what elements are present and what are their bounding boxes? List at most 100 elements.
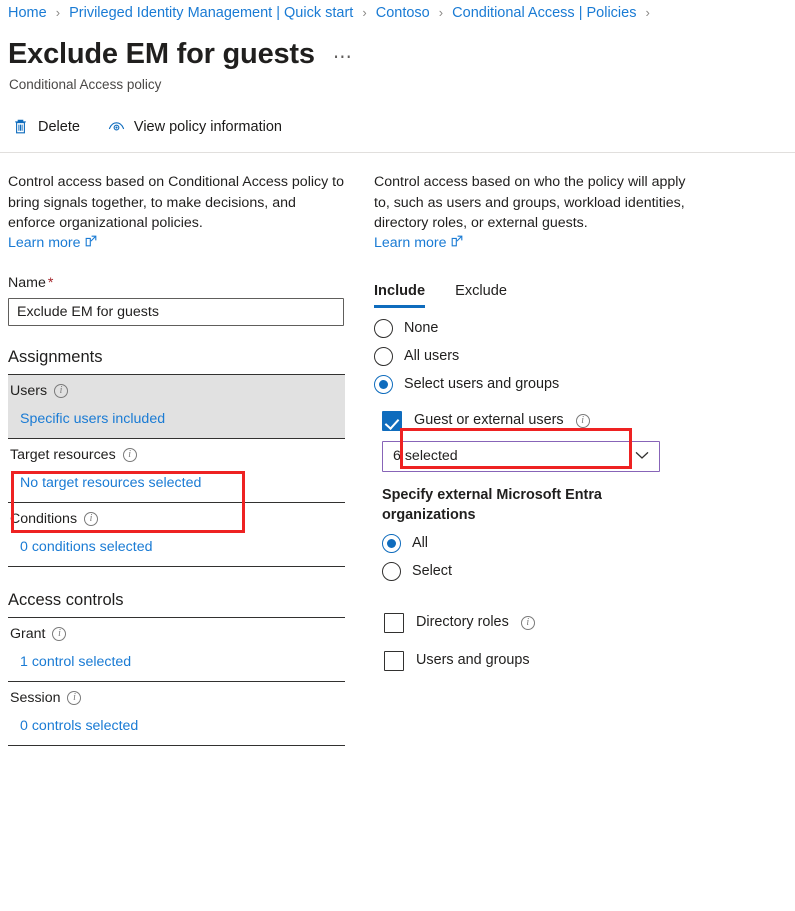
control-row-session-value[interactable]: 0 controls selected bbox=[20, 717, 343, 736]
info-icon[interactable]: i bbox=[575, 413, 590, 428]
radio-select-users-and-groups-indicator bbox=[374, 374, 393, 394]
breadcrumb: Home › Privileged Identity Management | … bbox=[8, 3, 655, 23]
assignment-row-conditions-label: Conditions i bbox=[10, 510, 343, 529]
conditional-access-policy-page: Home › Privileged Identity Management | … bbox=[0, 0, 795, 911]
radio-select-users-and-groups-label: Select users and groups bbox=[404, 375, 560, 392]
breadcrumb-separator-icon: › bbox=[362, 5, 367, 20]
name-input[interactable] bbox=[8, 297, 344, 326]
assignment-row-target-resources[interactable]: Target resources i No target resources s… bbox=[8, 439, 345, 502]
control-divider bbox=[8, 744, 345, 746]
breadcrumb-item-home[interactable]: Home bbox=[8, 5, 47, 21]
name-field-label: Name * bbox=[8, 274, 345, 293]
command-bar-divider bbox=[0, 152, 795, 153]
radio-external-all[interactable]: All bbox=[382, 533, 704, 553]
learn-more-label: Learn more bbox=[8, 234, 81, 251]
grant-label-text: Grant bbox=[10, 625, 46, 642]
target-resources-label-text: Target resources bbox=[10, 446, 116, 463]
radio-all-users-indicator bbox=[374, 346, 393, 366]
radio-external-select-indicator bbox=[382, 561, 401, 581]
control-row-grant-label: Grant i bbox=[10, 625, 343, 644]
radio-all-users-label: All users bbox=[404, 347, 460, 364]
policy-description: Control access based on Conditional Acce… bbox=[8, 174, 344, 231]
control-row-session-label: Session i bbox=[10, 689, 343, 708]
assignment-row-users-value[interactable]: Specific users included bbox=[20, 410, 343, 429]
info-icon[interactable]: i bbox=[520, 615, 535, 630]
conditions-label-text: Conditions bbox=[10, 510, 78, 527]
radio-all-users[interactable]: All users bbox=[374, 346, 704, 366]
checkbox-guest-label: Guest or external users bbox=[414, 412, 564, 428]
info-icon[interactable]: i bbox=[54, 384, 69, 398]
assignment-row-target-resources-label: Target resources i bbox=[10, 446, 343, 465]
checkbox-directory-roles-label: Directory roles bbox=[416, 614, 509, 630]
policy-summary-column: Control access based on Conditional Acce… bbox=[8, 172, 345, 746]
breadcrumb-item-conditional-access-policies[interactable]: Conditional Access | Policies bbox=[452, 5, 636, 21]
control-row-grant[interactable]: Grant i 1 control selected bbox=[8, 618, 345, 681]
tab-include[interactable]: Include bbox=[374, 282, 426, 308]
breadcrumb-item-pim[interactable]: Privileged Identity Management | Quick s… bbox=[69, 5, 353, 21]
assignments-heading: Assignments bbox=[8, 347, 103, 366]
assignment-row-users[interactable]: Users i Specific users included bbox=[8, 374, 345, 438]
checkbox-directory-roles[interactable]: Directory roles i bbox=[384, 612, 704, 633]
command-bar: Delete View policy information bbox=[8, 110, 286, 144]
breadcrumb-separator-icon: › bbox=[55, 5, 61, 20]
view-policy-information-label: View policy information bbox=[133, 119, 282, 135]
assignment-row-target-resources-value[interactable]: No target resources selected bbox=[20, 474, 343, 493]
tab-exclude[interactable]: Exclude bbox=[455, 282, 507, 308]
radio-external-all-indicator bbox=[382, 533, 401, 553]
users-description: Control access based on who the policy w… bbox=[374, 174, 686, 231]
learn-more-link-left[interactable]: Learn more bbox=[8, 235, 97, 251]
users-label-text: Users bbox=[10, 382, 48, 399]
checkbox-directory-roles-indicator bbox=[384, 612, 404, 633]
external-organizations-heading: Specify external Microsoft Entra organiz… bbox=[382, 486, 602, 523]
radio-none-indicator bbox=[374, 318, 393, 338]
checkbox-users-and-groups-indicator bbox=[384, 650, 404, 671]
radio-external-all-label: All bbox=[412, 534, 428, 551]
learn-more-link-right[interactable]: Learn more bbox=[374, 235, 463, 251]
assignment-row-users-label: Users i bbox=[10, 382, 343, 401]
checkbox-users-and-groups[interactable]: Users and groups bbox=[384, 650, 704, 671]
session-label-text: Session bbox=[10, 689, 61, 706]
page-subtitle: Conditional Access policy bbox=[9, 77, 162, 92]
guest-types-dropdown-value: 6 selected bbox=[393, 448, 458, 464]
info-icon[interactable]: i bbox=[52, 627, 67, 641]
scope-radio-group: None All users Select users and groups bbox=[374, 318, 704, 394]
access-controls-heading: Access controls bbox=[8, 590, 124, 609]
required-marker: * bbox=[47, 274, 54, 291]
assignment-row-conditions-value[interactable]: 0 conditions selected bbox=[20, 538, 343, 557]
external-link-icon bbox=[85, 235, 97, 251]
external-link-icon bbox=[451, 235, 463, 251]
checkbox-guest-or-external-users[interactable]: Guest or external users i bbox=[382, 410, 704, 431]
learn-more-label: Learn more bbox=[374, 234, 447, 251]
more-options-button[interactable]: ⋯ bbox=[329, 48, 357, 67]
checkbox-guest-indicator bbox=[382, 410, 402, 431]
view-policy-information-button[interactable]: View policy information bbox=[104, 116, 286, 139]
title-row: Exclude EM for guests ⋯ bbox=[8, 36, 357, 72]
delete-button[interactable]: Delete bbox=[8, 116, 84, 139]
info-icon[interactable]: i bbox=[122, 448, 137, 462]
breadcrumb-separator-icon: › bbox=[645, 5, 650, 20]
checkbox-users-and-groups-label: Users and groups bbox=[416, 652, 530, 668]
info-icon[interactable]: i bbox=[67, 691, 82, 705]
page-title: Exclude EM for guests bbox=[8, 38, 315, 70]
control-row-session[interactable]: Session i 0 controls selected bbox=[8, 682, 345, 745]
chevron-down-icon bbox=[635, 447, 649, 465]
users-assignment-column: Control access based on who the policy w… bbox=[374, 172, 704, 671]
include-exclude-tabs: Include Exclude bbox=[374, 282, 704, 308]
breadcrumb-separator-icon: › bbox=[438, 5, 444, 20]
assignment-row-conditions[interactable]: Conditions i 0 conditions selected bbox=[8, 503, 345, 566]
trash-icon bbox=[12, 119, 29, 136]
assignment-divider bbox=[8, 565, 345, 567]
radio-select-users-and-groups[interactable]: Select users and groups bbox=[374, 374, 704, 394]
radio-external-select[interactable]: Select bbox=[382, 561, 704, 581]
control-row-grant-value[interactable]: 1 control selected bbox=[20, 653, 343, 672]
guest-types-dropdown[interactable]: 6 selected bbox=[382, 440, 660, 472]
radio-external-select-label: Select bbox=[412, 562, 452, 579]
radio-none-label: None bbox=[404, 319, 439, 336]
breadcrumb-item-contoso[interactable]: Contoso bbox=[376, 5, 430, 21]
external-organizations-radio-group: All Select bbox=[382, 533, 704, 581]
delete-button-label: Delete bbox=[38, 119, 80, 135]
info-icon[interactable]: i bbox=[84, 512, 99, 526]
name-label-text: Name bbox=[8, 274, 46, 291]
eye-icon bbox=[108, 119, 125, 136]
radio-none[interactable]: None bbox=[374, 318, 704, 338]
